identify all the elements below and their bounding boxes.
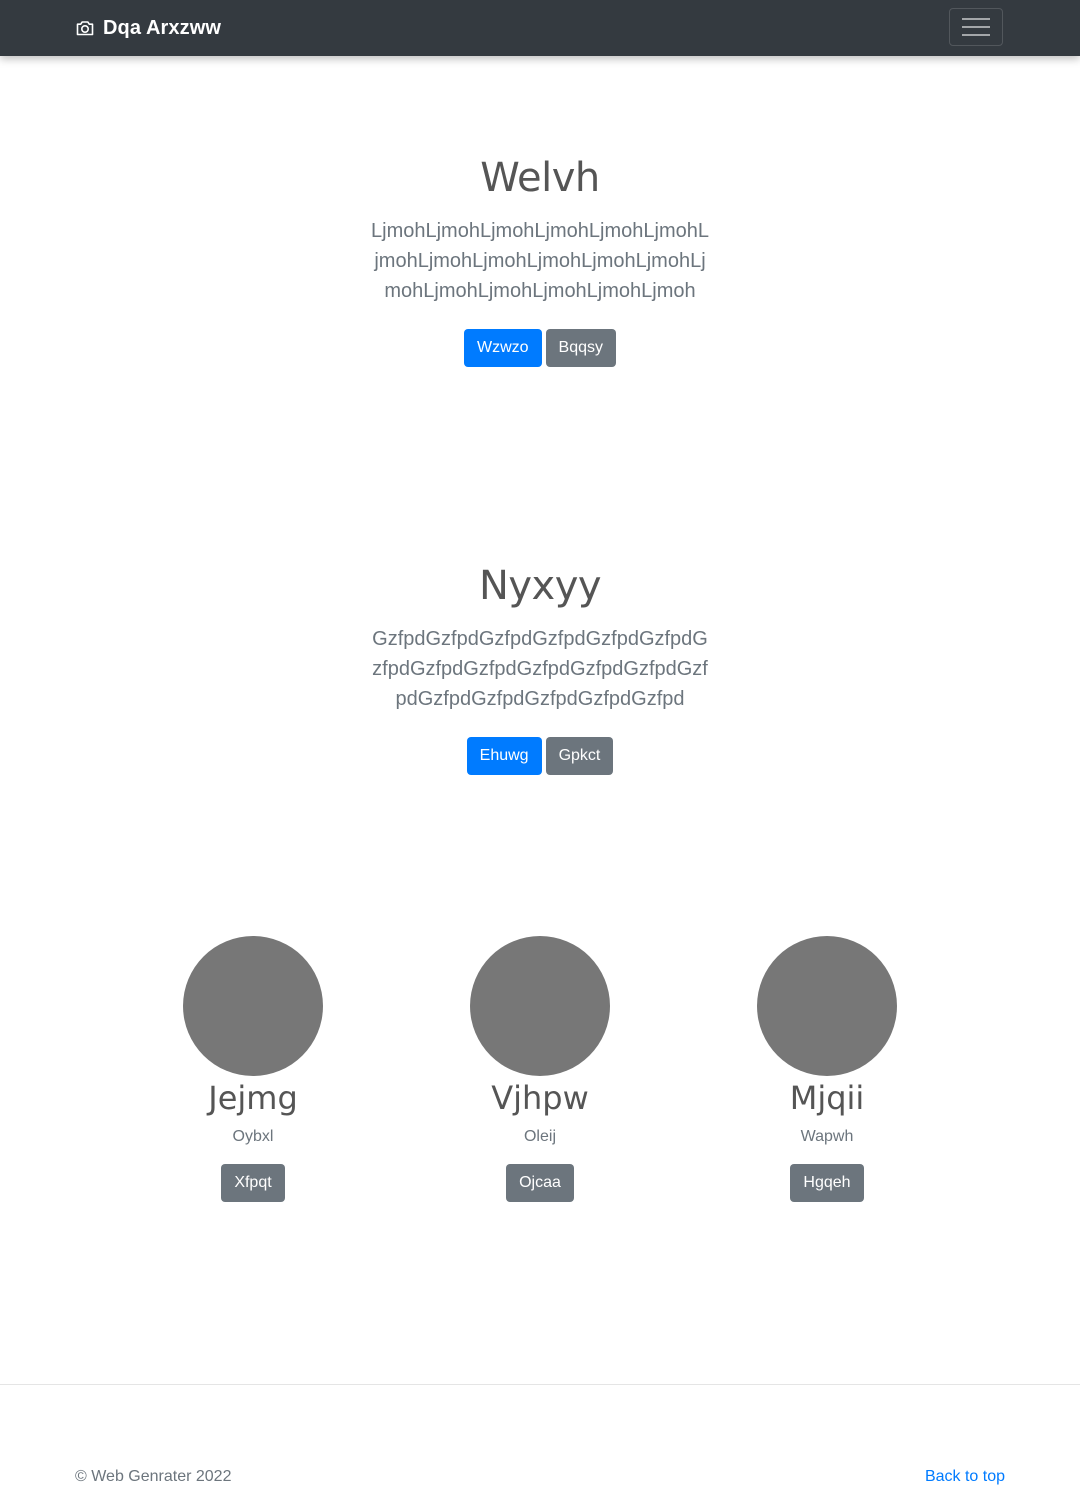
hero-2-secondary-button[interactable]: Gpkct bbox=[545, 737, 614, 775]
hero-1-buttons: Wzwzo Bqqsy bbox=[0, 329, 1080, 367]
team-card: Vjhpw Oleij Ojcaa bbox=[420, 936, 660, 1202]
team-card: Mjqii Wapwh Hgqeh bbox=[707, 936, 947, 1202]
hero-2-primary-button[interactable]: Ehuwg bbox=[466, 737, 542, 775]
hero-1-primary-button[interactable]: Wzwzo bbox=[463, 329, 542, 367]
team-card: Jejmg Oybxl Xfpqt bbox=[133, 936, 373, 1202]
brand-link[interactable]: Dqa Arxzww bbox=[75, 0, 221, 56]
team-member-button[interactable]: Xfpqt bbox=[221, 1164, 285, 1202]
hero-2-buttons: Ehuwg Gpkct bbox=[0, 737, 1080, 775]
hamburger-menu-icon bbox=[962, 18, 990, 36]
team-member-role: Wapwh bbox=[800, 1128, 854, 1145]
hero-2-lead: GzfpdGzfpdGzfpdGzfpdGzfpdGzfpdGzfpdGzfpd… bbox=[372, 628, 708, 710]
team-member-name: Vjhpw bbox=[491, 1079, 589, 1117]
team-member-role: Oybxl bbox=[232, 1128, 274, 1145]
avatar bbox=[470, 936, 610, 1076]
hero-1-secondary-button[interactable]: Bqqsy bbox=[545, 329, 617, 367]
hero-1-title: Welvh bbox=[480, 155, 600, 201]
avatar bbox=[183, 936, 323, 1076]
hero-2-title: Nyxyy bbox=[478, 563, 602, 609]
team-member-button[interactable]: Hgqeh bbox=[790, 1164, 864, 1202]
hero-section-1: Welvh LjmohLjmohLjmohLjmohLjmohLjmohLjmo… bbox=[0, 154, 1080, 367]
camera-icon bbox=[76, 21, 94, 36]
brand-name: Dqa Arxzww bbox=[103, 16, 222, 39]
team-member-name: Jejmg bbox=[208, 1079, 298, 1117]
footer-divider bbox=[0, 1384, 1080, 1385]
navbar: Dqa Arxzww bbox=[0, 0, 1080, 56]
hero-section-2: Nyxyy GzfpdGzfpdGzfpdGzfpdGzfpdGzfpdGzfp… bbox=[0, 562, 1080, 775]
avatar bbox=[757, 936, 897, 1076]
team-member-button[interactable]: Ojcaa bbox=[506, 1164, 574, 1202]
navbar-toggler-button[interactable] bbox=[949, 8, 1003, 46]
team-member-role: Oleij bbox=[523, 1128, 556, 1145]
back-to-top-link[interactable]: Back to top bbox=[925, 1468, 1005, 1486]
team-member-name: Mjqii bbox=[789, 1079, 865, 1117]
hero-1-lead: LjmohLjmohLjmohLjmohLjmohLjmohLjmohLjmoh… bbox=[371, 220, 709, 302]
footer-copyright: © Web Genrater 2022 bbox=[75, 1468, 232, 1485]
